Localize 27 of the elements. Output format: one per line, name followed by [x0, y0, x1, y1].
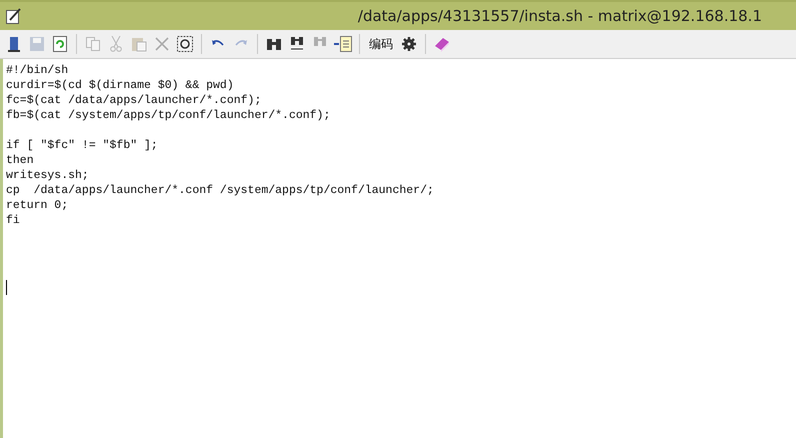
cross-icon	[155, 37, 169, 51]
goto-line-icon	[334, 36, 352, 52]
scissors-icon	[110, 36, 122, 52]
clipboard-icon	[131, 36, 147, 52]
code-line: return 0;	[6, 199, 68, 212]
code-line: cp /data/apps/launcher/*.conf /system/apps/tp/conf/launcher/;	[6, 184, 434, 197]
gear-icon	[402, 37, 416, 51]
reload-icon	[53, 36, 67, 52]
save-icon	[30, 37, 44, 51]
goto-button[interactable]	[333, 34, 353, 54]
code-line: writesys.sh;	[6, 169, 89, 182]
reload-button[interactable]	[50, 34, 70, 54]
select-all-icon	[177, 36, 193, 52]
copy-icon	[86, 37, 100, 51]
notepad-icon	[6, 8, 22, 24]
book-icon	[434, 36, 450, 52]
window-title: /data/apps/43131557/insta.sh - matrix@192.168.18.1	[358, 7, 762, 25]
settings-button[interactable]	[399, 34, 419, 54]
code-line: if [ "$fc" != "$fb" ];	[6, 139, 158, 152]
code-line: then	[6, 154, 34, 167]
select-all-button[interactable]	[175, 34, 195, 54]
code-line: #!/bin/sh	[6, 64, 68, 77]
code-line: fb=$(cat /system/apps/tp/conf/launcher/*.conf);	[6, 109, 330, 122]
code-line: fc=$(cat /data/apps/launcher/*.conf);	[6, 94, 262, 107]
code-line: fi	[6, 214, 20, 227]
encoding-button[interactable]: 编码	[366, 34, 396, 54]
code-line: curdir=$(cd $(dirname $0) && pwd)	[6, 79, 234, 92]
